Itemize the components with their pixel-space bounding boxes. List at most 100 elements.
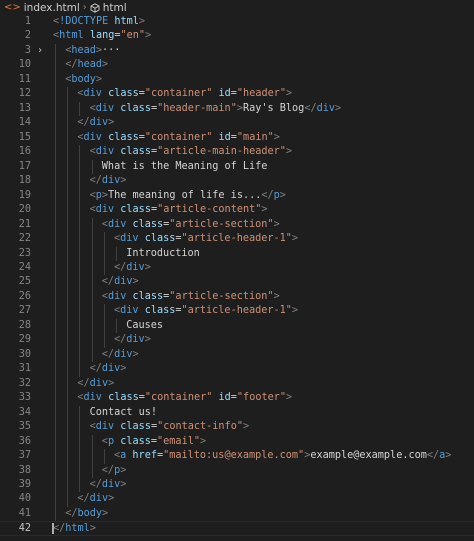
indent-guide: [67, 174, 69, 189]
code-line[interactable]: 25 </div>: [0, 275, 474, 290]
indent-guide: [91, 318, 93, 334]
code-line[interactable]: 28 Causes: [0, 318, 474, 334]
code-text: </div>: [114, 261, 151, 275]
indent-guide: [55, 391, 56, 406]
code-token: !DOCTYPE: [59, 16, 109, 27]
code-token: >: [286, 392, 293, 404]
code-line[interactable]: 33 <div class="container" id="footer">: [0, 391, 474, 406]
line-number: 34: [18, 406, 31, 418]
code-line[interactable]: 35 <div class="contact-info">: [0, 420, 474, 435]
code-line[interactable]: 2 <html lang="en">: [0, 29, 474, 43]
code-token: id: [218, 392, 231, 404]
indent-guide: [79, 101, 81, 117]
code-editor[interactable]: 1 <!DOCTYPE html> 2 <html lang="en"> 3 › <head…: [0, 15, 474, 536]
code-line[interactable]: 12 <div class="container" id="header">: [0, 87, 474, 102]
code-line[interactable]: 26 <div class="article-section">: [0, 289, 474, 305]
code-line[interactable]: 36 <p class="email">: [0, 434, 474, 450]
code-token: </: [89, 175, 102, 187]
indent-guide: [103, 232, 105, 247]
code-token: div: [83, 131, 102, 143]
code-token: div: [114, 348, 133, 360]
indent-guide: [91, 333, 93, 348]
code-token: div: [114, 276, 133, 288]
code-line[interactable]: 27 <div class="article-header-1">: [0, 304, 474, 319]
code-text: <body>: [65, 73, 102, 87]
code-line[interactable]: 18 </div>: [0, 174, 474, 189]
code-line[interactable]: 38 </p>: [0, 463, 474, 478]
indent-guide: [55, 420, 56, 435]
code-token: div: [89, 493, 109, 505]
code-token: body: [71, 73, 96, 85]
code-text: <div class="container" id="main">: [77, 131, 279, 145]
code-token: >: [120, 479, 127, 490]
code-line[interactable]: 21 <div class="article-section">: [0, 217, 474, 233]
code-line[interactable]: 17 What is the Meaning of Life: [0, 159, 474, 175]
indent-guide: [55, 58, 56, 73]
code-text: </div>: [77, 116, 114, 130]
code-token: >: [273, 290, 280, 302]
code-token: "email": [157, 435, 200, 447]
code-text: <div class="container" id="footer">: [77, 391, 292, 405]
code-line[interactable]: 23 Introduction: [0, 246, 474, 261]
code-line[interactable]: 3 › <head>···: [0, 43, 474, 59]
code-line[interactable]: 19 <p>The meaning of life is...</p>: [0, 188, 474, 204]
indent-guide: [79, 463, 81, 478]
code-line[interactable]: 15 <div class="container" id="main">: [0, 130, 474, 146]
breadcrumb-file[interactable]: index.html: [24, 2, 80, 14]
code-line[interactable]: 22 <div class="article-header-1">: [0, 232, 474, 247]
indent-guide: [55, 362, 56, 377]
indent-guide: [67, 478, 69, 493]
indent-guide: [55, 347, 56, 363]
code-line[interactable]: 1 <!DOCTYPE html>: [0, 15, 474, 29]
line-number: 13: [18, 102, 31, 114]
code-line[interactable]: 11 <body>: [0, 72, 474, 88]
line-number: 15: [18, 131, 31, 143]
code-token: "article-main-header": [157, 146, 286, 158]
fold-chevron-icon[interactable]: ›: [37, 44, 43, 58]
code-line[interactable]: 13 <div class="header-main">Ray's Blog</d…: [0, 101, 474, 117]
code-line[interactable]: 39 </div>: [0, 478, 474, 493]
code-line[interactable]: 16 <div class="article-main-header">: [0, 145, 474, 160]
code-token: id: [218, 88, 231, 100]
code-text: <p class="email">: [102, 435, 206, 449]
code-line[interactable]: 41 </body>: [0, 506, 474, 522]
code-line[interactable]: 37 <a href="mailto:us@example.com">exampl…: [0, 449, 474, 464]
code-token: "footer": [236, 392, 286, 404]
code-text: <div class="header-main">Ray's Blog</div…: [90, 102, 342, 116]
code-line[interactable]: 31 </div>: [0, 362, 474, 377]
code-line[interactable]: 24 </div>: [0, 260, 474, 276]
indent-guide: [67, 463, 69, 478]
indent-guide: [67, 217, 69, 233]
code-line[interactable]: 10 </head>: [0, 58, 474, 73]
code-token: example@example.com: [310, 450, 427, 462]
indent-guide: [91, 449, 93, 464]
code-line[interactable]: 42 </html>: [0, 521, 474, 536]
code-token: div: [316, 102, 335, 114]
code-token: >: [291, 305, 299, 317]
code-text: </body>: [65, 507, 108, 521]
indent-guide: [79, 275, 81, 290]
code-line[interactable]: 14 </div>: [0, 116, 474, 131]
code-token: The meaning of life is...: [108, 189, 262, 201]
code-token: "article-content": [157, 204, 262, 216]
indent-guide: [79, 260, 81, 276]
code-token: class: [120, 102, 151, 114]
code-line[interactable]: 30 </div>: [0, 347, 474, 363]
indent-guide: [79, 246, 81, 261]
line-number: 31: [18, 363, 31, 375]
indent-guide: [79, 304, 81, 319]
breadcrumb-node[interactable]: html: [103, 2, 127, 14]
line-number: 41: [18, 507, 31, 519]
code-line[interactable]: 34 Contact us!: [0, 405, 474, 421]
code-line[interactable]: 29 </div>: [0, 333, 474, 348]
line-number: 38: [18, 464, 31, 476]
line-number: 23: [18, 247, 31, 259]
code-line[interactable]: 20 <div class="article-content">: [0, 203, 474, 218]
code-text: </div>: [102, 348, 139, 362]
code-file-icon: <>: [4, 2, 21, 13]
code-text: </head>: [65, 58, 108, 72]
code-line[interactable]: 40 </div>: [0, 492, 474, 507]
line-number: 2: [24, 30, 31, 42]
code-token: Contact us!: [89, 406, 158, 418]
code-line[interactable]: 32 </div>: [0, 376, 474, 392]
